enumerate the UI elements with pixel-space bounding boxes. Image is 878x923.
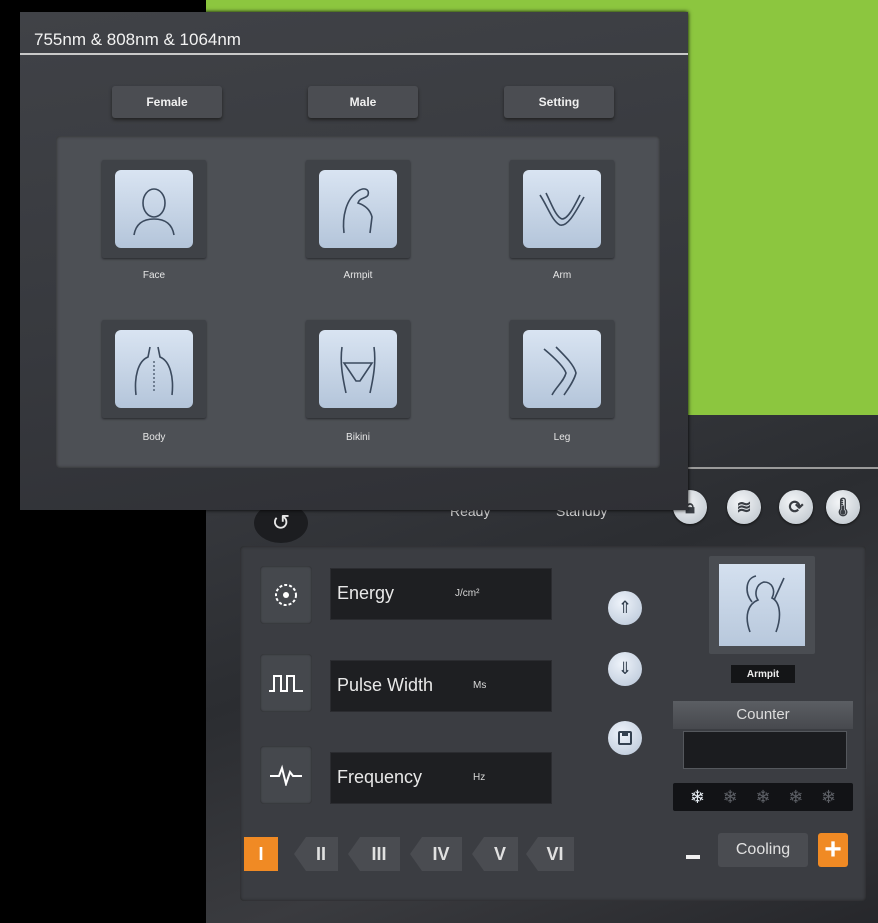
selected-part-label: Armpit (731, 665, 795, 683)
snowflake-icon: ❄ (788, 786, 804, 807)
cooling-level-indicator: ❄ ❄ ❄ ❄ ❄ (673, 783, 853, 811)
part-armpit-button[interactable] (306, 160, 410, 258)
save-icon[interactable] (608, 721, 642, 755)
pulse-wave-icon (260, 654, 312, 712)
part-leg-button[interactable] (510, 320, 614, 418)
energy-unit: J/cm² (455, 588, 480, 599)
snowflake-icon: ❄ (722, 786, 738, 807)
arm-icon (523, 170, 601, 248)
title-divider (20, 53, 688, 55)
cycle-icon[interactable]: ⟳ (779, 490, 813, 524)
wavelength-title: 755nm & 808nm & 1064nm (34, 30, 241, 49)
thermometer-icon[interactable]: 🌡︎ (826, 490, 860, 524)
armpit-icon (319, 170, 397, 248)
counter-label: Counter (673, 701, 853, 729)
cooling-plus-button[interactable]: + (818, 833, 848, 867)
face-icon (115, 170, 193, 248)
armpit-icon (719, 564, 805, 646)
pulse-width-label: Pulse Width (337, 675, 434, 695)
leg-icon (523, 330, 601, 408)
part-face-label: Face (142, 270, 166, 281)
selected-part-preview (709, 556, 815, 654)
energy-label: Energy (337, 583, 395, 603)
pulse-width-unit: Ms (473, 680, 487, 691)
tab-setting[interactable]: Setting (504, 86, 614, 118)
tab-male[interactable]: Male (308, 86, 418, 118)
body-part-grid: Face Armpit Arm Body Bikini Leg (56, 136, 660, 468)
cooling-minus-button[interactable] (686, 855, 700, 859)
body-part-screen: 755nm & 808nm & 1064nm Female Male Setti… (20, 12, 688, 510)
part-leg-label: Leg (553, 432, 571, 443)
level-button-1[interactable]: I (244, 837, 278, 871)
part-arm-button[interactable] (510, 160, 614, 258)
energy-dial-icon (260, 566, 312, 624)
bikini-icon (319, 330, 397, 408)
arrow-up-icon[interactable]: ⇑ (608, 591, 642, 625)
water-icon[interactable]: ≋ (727, 490, 761, 524)
pulse-width-field[interactable]: Pulse Width Ms (330, 660, 552, 712)
counter-display (683, 731, 847, 769)
snowflake-icon: ❄ (755, 786, 771, 807)
part-body-button[interactable] (102, 320, 206, 418)
part-face-button[interactable] (102, 160, 206, 258)
energy-field[interactable]: Energy J/cm² (330, 568, 552, 620)
part-body-label: Body (142, 432, 166, 443)
frequency-unit: Hz (473, 772, 486, 783)
part-armpit-label: Armpit (343, 270, 373, 281)
part-arm-label: Arm (552, 270, 572, 281)
body-icon (115, 330, 193, 408)
heartbeat-icon (260, 746, 312, 804)
part-bikini-label: Bikini (346, 432, 370, 443)
frequency-label: Frequency (337, 767, 423, 787)
cooling-label: Cooling (718, 833, 808, 867)
part-bikini-button[interactable] (306, 320, 410, 418)
frequency-field[interactable]: Frequency Hz (330, 752, 552, 804)
snowflake-icon: ❄ (689, 786, 705, 807)
snowflake-icon: ❄ (821, 786, 837, 807)
arrow-down-icon[interactable]: ⇓ (608, 652, 642, 686)
tab-female[interactable]: Female (112, 86, 222, 118)
